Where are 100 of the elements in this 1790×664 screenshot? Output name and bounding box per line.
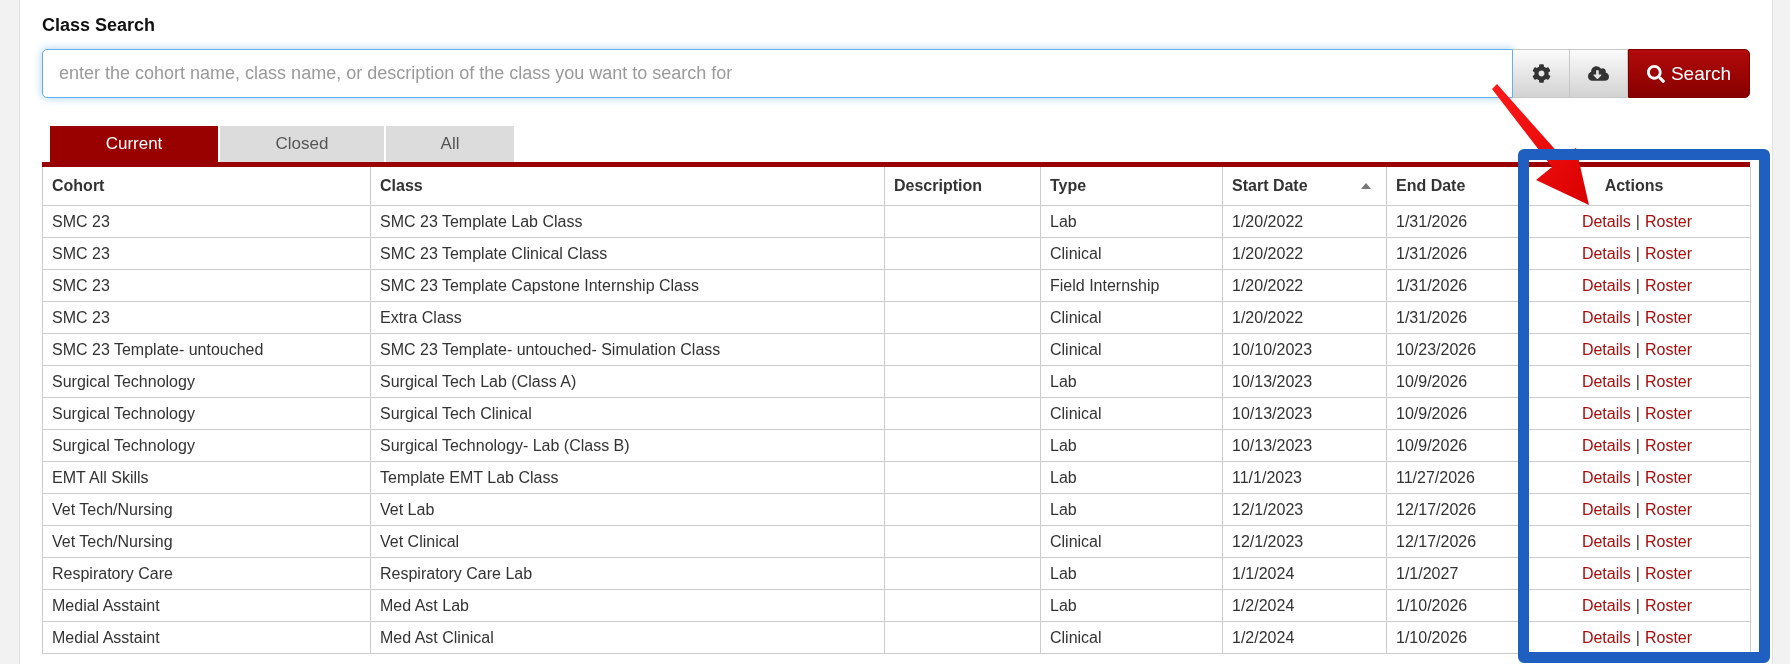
table-cell: Respiratory Care Lab	[370, 557, 885, 590]
action-link[interactable]: Roster	[1644, 340, 1693, 358]
table-cell: 10/13/2023	[1222, 429, 1387, 462]
table-cell: Lab	[1040, 557, 1223, 590]
download-button[interactable]	[1570, 49, 1628, 98]
table-cell: Lab	[1040, 205, 1223, 238]
table-cell: 10/13/2023	[1222, 365, 1387, 398]
table-cell: 12/1/2023	[1222, 493, 1387, 526]
action-link[interactable]: Details	[1581, 340, 1631, 358]
table-cell: Lab	[1040, 429, 1223, 462]
action-link[interactable]: Details	[1581, 404, 1631, 422]
column-header: End Date	[1396, 177, 1466, 195]
action-link[interactable]: Details	[1581, 468, 1631, 486]
action-link[interactable]: Details	[1581, 276, 1631, 294]
table-cell: Medial Asstaint	[42, 589, 371, 622]
action-link[interactable]: Roster	[1644, 500, 1693, 518]
table-cell: 1/20/2022	[1222, 301, 1387, 334]
table-cell: 12/1/2023	[1222, 525, 1387, 558]
table-cell: 10/13/2023	[1222, 397, 1387, 430]
action-link[interactable]: Details	[1581, 436, 1631, 454]
link-separator: |	[1635, 500, 1640, 518]
tab[interactable]: Closed	[220, 126, 384, 162]
table-cell: SMC 23 Template- untouched- Simulation Class	[370, 333, 885, 366]
tab[interactable]: Current	[50, 126, 218, 162]
action-link[interactable]: Roster	[1644, 596, 1693, 614]
action-link[interactable]: Roster	[1644, 404, 1693, 422]
action-link[interactable]: Details	[1581, 564, 1631, 582]
table-cell: 1/20/2022	[1222, 205, 1387, 238]
action-link[interactable]: Roster	[1644, 532, 1693, 550]
table-cell: 1/20/2022	[1222, 269, 1387, 302]
action-link[interactable]: Roster	[1644, 436, 1693, 454]
table-cell: Med Ast Clinical	[370, 621, 885, 654]
settings-icon	[1531, 64, 1551, 83]
column-header: Description	[894, 177, 982, 195]
link-separator: |	[1635, 628, 1640, 646]
link-separator: |	[1635, 276, 1640, 294]
settings-button[interactable]	[1513, 49, 1570, 98]
table-cell: SMC 23 Template- untouched	[42, 333, 371, 366]
table-cell: SMC 23 Template Clinical Class	[370, 237, 885, 270]
column-header: Cohort	[52, 177, 105, 195]
search-icon	[1646, 64, 1665, 83]
page-title: Class Search	[42, 14, 156, 37]
table-cell: Respiratory Care	[42, 557, 371, 590]
search-field[interactable]: enter the cohort name, class name, or description of the class you want to search for	[42, 49, 1513, 98]
action-link[interactable]: Roster	[1644, 628, 1693, 646]
cloud-download-icon	[1588, 63, 1609, 84]
table-cell: Extra Class	[370, 301, 885, 334]
table-cell: EMT All Skills	[42, 461, 371, 494]
table-cell: SMC 23	[42, 205, 371, 238]
link-separator: |	[1635, 564, 1640, 582]
action-link[interactable]: Roster	[1644, 308, 1693, 326]
action-link[interactable]: Roster	[1644, 468, 1693, 486]
action-link[interactable]: Details	[1581, 596, 1631, 614]
action-link[interactable]: Roster	[1644, 372, 1693, 390]
action-link[interactable]: Details	[1581, 212, 1631, 230]
link-separator: |	[1635, 404, 1640, 422]
action-link[interactable]: Details	[1581, 628, 1631, 646]
link-separator: |	[1635, 212, 1640, 230]
link-separator: |	[1635, 244, 1640, 262]
action-link[interactable]: Roster	[1644, 244, 1693, 262]
table-cell: Vet Tech/Nursing	[42, 525, 371, 558]
action-link[interactable]: Details	[1581, 500, 1631, 518]
link-separator: |	[1635, 532, 1640, 550]
table-cell: Surgical Technology	[42, 365, 371, 398]
table-cell: SMC 23 Template Capstone Internship Class	[370, 269, 885, 302]
table-cell: 1/20/2022	[1222, 237, 1387, 270]
search-button[interactable]: Search	[1628, 49, 1750, 98]
tab[interactable]: All	[386, 126, 514, 162]
link-separator: |	[1635, 596, 1640, 614]
table-cell: 1/2/2024	[1222, 621, 1387, 654]
action-link[interactable]: Details	[1581, 372, 1631, 390]
table-cell: 11/1/2023	[1222, 461, 1387, 494]
column-header: Type	[1050, 177, 1087, 195]
table-cell: Vet Lab	[370, 493, 885, 526]
table-cell: Clinical	[1040, 621, 1223, 654]
link-separator: |	[1635, 468, 1640, 486]
table-cell: 1/2/2024	[1222, 589, 1387, 622]
action-link[interactable]: Details	[1581, 244, 1631, 262]
table-cell: Vet Clinical	[370, 525, 885, 558]
action-link[interactable]: Details	[1581, 532, 1631, 550]
table-cell: SMC 23	[42, 269, 371, 302]
action-link[interactable]: Details	[1581, 308, 1631, 326]
table-cell: Vet Tech/Nursing	[42, 493, 371, 526]
table-cell: SMC 23	[42, 301, 371, 334]
table-cell: Surgical Tech Lab (Class A)	[370, 365, 885, 398]
table-cell: Lab	[1040, 589, 1223, 622]
table-cell: Field Internship	[1040, 269, 1223, 302]
table-cell: Medial Asstaint	[42, 621, 371, 654]
table-cell: Clinical	[1040, 301, 1223, 334]
link-separator: |	[1635, 340, 1640, 358]
table-cell: SMC 23	[42, 237, 371, 270]
link-separator: |	[1635, 308, 1640, 326]
table-cell: Clinical	[1040, 237, 1223, 270]
action-link[interactable]: Roster	[1644, 276, 1693, 294]
action-link[interactable]: Roster	[1644, 564, 1693, 582]
action-link[interactable]: Roster	[1644, 212, 1693, 230]
table-cell: Lab	[1040, 461, 1223, 494]
table-cell: Clinical	[1040, 397, 1223, 430]
table-cell: 10/10/2023	[1222, 333, 1387, 366]
link-separator: |	[1635, 436, 1640, 454]
